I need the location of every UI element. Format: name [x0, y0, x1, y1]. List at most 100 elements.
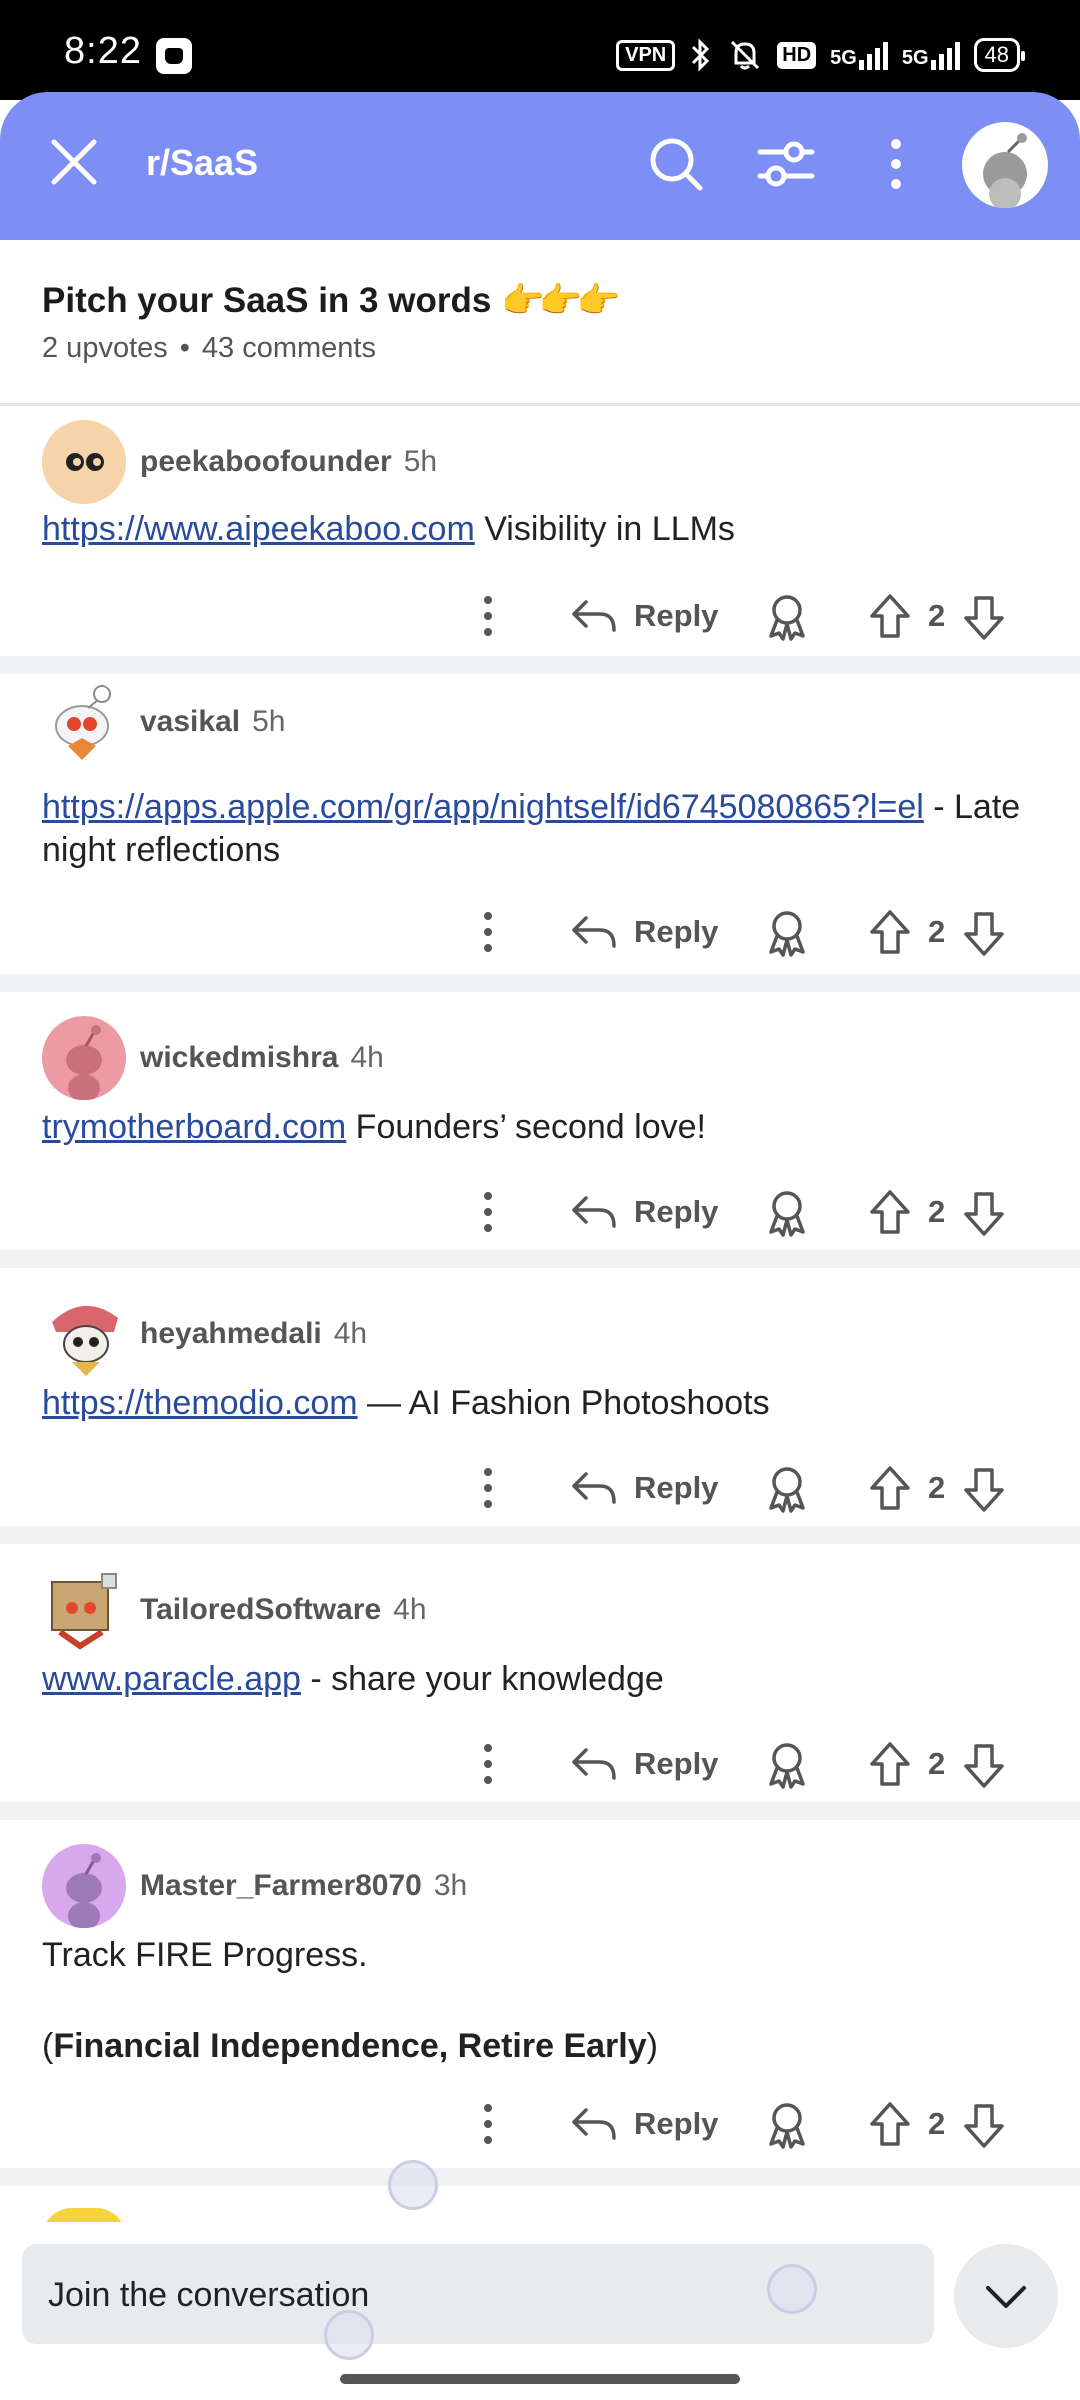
reply-button[interactable]: Reply	[634, 598, 718, 634]
award-icon[interactable]	[764, 908, 810, 958]
award-icon[interactable]	[764, 2100, 810, 2150]
reply-button[interactable]: Reply	[634, 914, 718, 950]
downvote-arrow-icon[interactable]	[962, 2102, 1006, 2150]
comment-body: https://themodio.com — AI Fashion Photos…	[42, 1384, 770, 1422]
downvote-arrow-icon[interactable]	[962, 1742, 1006, 1790]
more-vertical-icon[interactable]	[474, 2098, 502, 2150]
composer-placeholder: Join the conversation	[48, 2276, 370, 2314]
upvote-arrow-icon[interactable]	[868, 1740, 912, 1788]
reply-button[interactable]: Reply	[634, 1746, 718, 1782]
comment-username[interactable]: peekaboofounder	[140, 445, 392, 479]
reply-arrow-icon[interactable]	[570, 1466, 618, 1510]
avatar[interactable]	[42, 1844, 126, 1928]
upvote-arrow-icon[interactable]	[868, 1188, 912, 1236]
award-icon[interactable]	[764, 592, 810, 642]
downvote-arrow-icon[interactable]	[962, 910, 1006, 958]
avatar[interactable]	[42, 1292, 126, 1376]
comment-time: 4h	[333, 1317, 368, 1350]
bluetooth-icon	[692, 38, 710, 72]
bold-text: Financial Independence, Retire Early	[53, 2027, 647, 2065]
downvote-arrow-icon[interactable]	[962, 1466, 1006, 1514]
comment-line: (Financial Independence, Retire Early)	[42, 2027, 658, 2065]
home-indicator[interactable]	[340, 2374, 740, 2384]
comment-username[interactable]: wickedmishra	[140, 1041, 338, 1075]
comment-header: TailoredSoftware 4h	[42, 1568, 427, 1652]
reply-arrow-icon[interactable]	[570, 594, 618, 638]
reply-button[interactable]: Reply	[634, 2106, 718, 2142]
post-summary[interactable]: Pitch your SaaS in 3 words 👉👉👉 2 upvotes •…	[0, 240, 1080, 406]
collapse-button[interactable]	[954, 2244, 1058, 2348]
award-icon[interactable]	[764, 1464, 810, 1514]
reply-arrow-icon[interactable]	[570, 2102, 618, 2146]
post-upvotes: 2 upvotes	[42, 332, 168, 364]
comment-divider	[0, 974, 1080, 992]
close-icon[interactable]	[48, 136, 100, 188]
vote-score: 2	[928, 914, 946, 949]
reply-button[interactable]: Reply	[634, 1194, 718, 1230]
touch-indicator	[767, 2264, 817, 2314]
comment-username[interactable]: heyahmedali	[140, 1317, 322, 1351]
comment-username[interactable]: Master_Farmer8070	[140, 1869, 422, 1903]
reply-arrow-icon[interactable]	[570, 1190, 618, 1234]
award-icon[interactable]	[764, 1188, 810, 1238]
search-icon[interactable]	[644, 132, 708, 196]
composer-bar: Join the conversation	[0, 2222, 1080, 2400]
more-vertical-icon[interactable]	[474, 1462, 502, 1514]
user-avatar[interactable]	[962, 122, 1048, 208]
more-vertical-icon[interactable]	[474, 1738, 502, 1790]
comment-link[interactable]: www.paracle.app	[42, 1660, 301, 1698]
comment-header: wickedmishra 4h	[42, 1016, 384, 1100]
comment-time: 5h	[403, 445, 438, 478]
reply-button[interactable]: Reply	[634, 1470, 718, 1506]
signal-2-icon: 5G	[902, 40, 960, 70]
vote-score: 2	[928, 598, 946, 633]
chevron-down-icon	[986, 2286, 1026, 2308]
comment-actions: Reply 2	[0, 900, 1080, 964]
comment-link[interactable]: trymotherboard.com	[42, 1108, 346, 1146]
avatar[interactable]	[42, 1568, 126, 1652]
comment-body: trymotherboard.com Founders’ second love…	[42, 1108, 706, 1146]
comment-header: heyahmedali 4h	[42, 1292, 367, 1376]
upvote-arrow-icon[interactable]	[868, 592, 912, 640]
comment-username[interactable]: TailoredSoftware	[140, 1593, 381, 1627]
reply-arrow-icon[interactable]	[570, 1742, 618, 1786]
avatar[interactable]	[42, 680, 126, 764]
award-icon[interactable]	[764, 1740, 810, 1790]
comment-actions: Reply 2	[0, 584, 1080, 648]
comment-line: Track FIRE Progress.	[42, 1936, 368, 1974]
post-meta: 2 upvotes • 43 comments	[42, 332, 376, 365]
comment-time: 4h	[393, 1593, 427, 1626]
comment-divider	[0, 2168, 1080, 2186]
subreddit-title[interactable]: r/SaaS	[146, 142, 258, 184]
reply-arrow-icon[interactable]	[570, 910, 618, 954]
downvote-arrow-icon[interactable]	[962, 594, 1006, 642]
notification-app-icon	[156, 38, 192, 74]
comment-link[interactable]: https://www.aipeekaboo.com	[42, 510, 475, 548]
more-vertical-icon[interactable]	[474, 590, 502, 642]
comment-username[interactable]: vasikal	[140, 705, 240, 739]
bell-muted-icon	[731, 40, 760, 70]
post-comment-count: 43 comments	[201, 332, 376, 364]
comment-link[interactable]: https://themodio.com	[42, 1384, 358, 1422]
comment-header: vasikal 5h	[42, 680, 285, 764]
status-time: 8:22	[64, 30, 142, 72]
vote-score: 2	[928, 1194, 946, 1229]
upvote-arrow-icon[interactable]	[868, 1464, 912, 1512]
comment-link[interactable]: https://apps.apple.com/gr/app/nightself/…	[42, 788, 924, 826]
meta-separator: •	[179, 332, 190, 364]
more-vertical-icon[interactable]	[864, 132, 928, 196]
pointing-hands-emoji: 👉👉👉	[501, 281, 620, 320]
filter-icon[interactable]	[754, 132, 818, 196]
upvote-arrow-icon[interactable]	[868, 2100, 912, 2148]
comment-divider	[0, 656, 1080, 674]
avatar[interactable]	[42, 1016, 126, 1100]
avatar[interactable]	[42, 420, 126, 504]
comment-header: Master_Farmer8070 3h	[42, 1844, 467, 1928]
comment-divider	[0, 1250, 1080, 1268]
upvote-arrow-icon[interactable]	[868, 908, 912, 956]
more-vertical-icon[interactable]	[474, 1186, 502, 1238]
more-vertical-icon[interactable]	[474, 906, 502, 958]
comment-time: 4h	[350, 1041, 384, 1074]
comment-actions: Reply 2	[0, 1180, 1080, 1244]
downvote-arrow-icon[interactable]	[962, 1190, 1006, 1238]
